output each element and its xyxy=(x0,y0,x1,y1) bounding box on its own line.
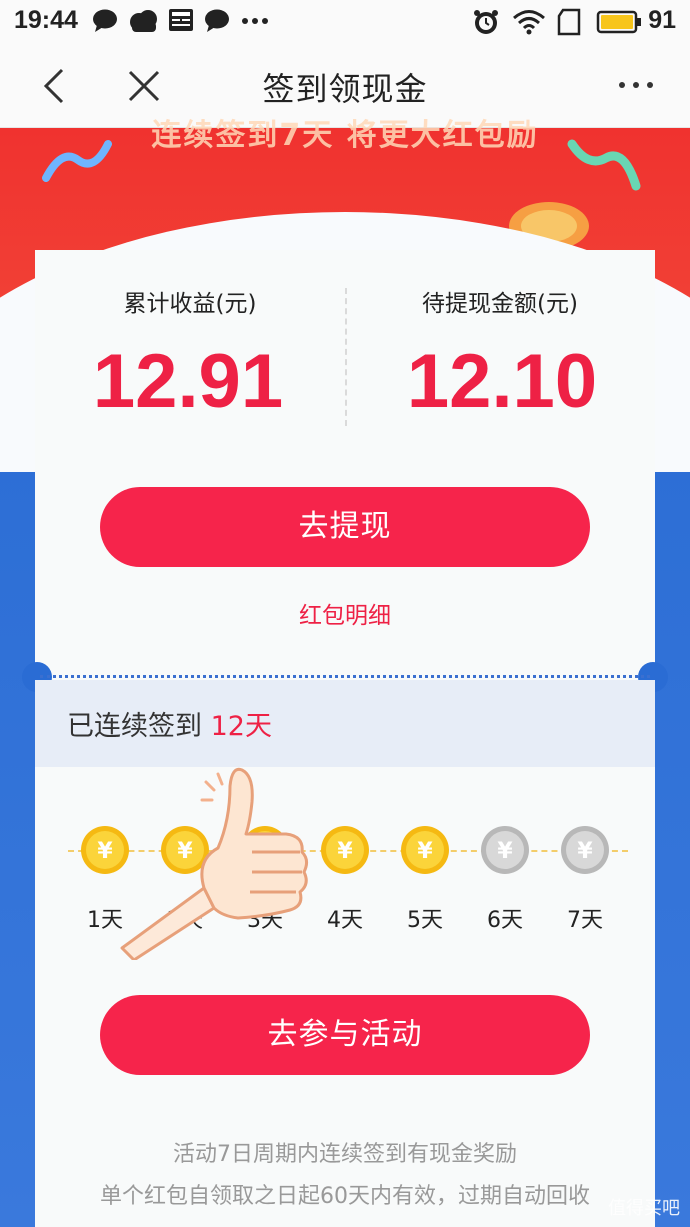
chat-icon xyxy=(205,9,229,32)
red-packet-detail-link[interactable]: 红包明细 xyxy=(0,596,690,630)
thumbs-up-icon xyxy=(120,767,309,960)
streamer-left-icon xyxy=(42,140,112,182)
day-label: 7天 xyxy=(567,908,603,933)
streamer-right-icon xyxy=(567,139,641,191)
pending-withdraw-label: 待提现金额(元) xyxy=(422,291,578,317)
svg-text:¥: ¥ xyxy=(577,839,593,864)
app-root: 19:44 91 签到领现金 连续签到7天 将更大红包励 累计收益(元) 12.… xyxy=(0,0,690,1227)
battery-icon xyxy=(596,10,641,34)
total-earnings-label: 累计收益(元) xyxy=(123,291,257,317)
more-icon[interactable] xyxy=(616,70,656,100)
chat-bubble-icon xyxy=(93,9,117,32)
streak-days: 12天 xyxy=(210,711,272,742)
day-label: 5天 xyxy=(407,908,443,933)
cloud-icon xyxy=(130,10,157,32)
svg-text:¥: ¥ xyxy=(497,839,513,864)
more-dots-icon xyxy=(242,18,268,24)
page-title: 签到领现金 xyxy=(262,70,428,108)
news-icon xyxy=(169,9,193,31)
streak-prefix: 已连续签到 xyxy=(67,711,211,742)
status-bar: 19:44 91 xyxy=(0,0,690,44)
day-5-coin-icon: ¥ xyxy=(401,826,449,874)
day-4-coin-icon: ¥ xyxy=(321,826,369,874)
day-7-coin-icon: ¥ xyxy=(561,826,609,874)
status-time: 19:44 xyxy=(14,6,78,34)
sim-icon xyxy=(557,8,581,36)
withdraw-button[interactable]: 去提现 xyxy=(100,487,590,567)
card-tear-line xyxy=(40,675,650,678)
rule-line-1: 活动7日周期内连续签到有现金奖励 xyxy=(173,1142,517,1167)
pending-withdraw-value: 12.10 xyxy=(406,339,598,424)
wifi-icon xyxy=(513,10,545,35)
day-label: 6天 xyxy=(487,908,523,933)
alarm-icon xyxy=(474,10,498,34)
join-activity-button[interactable]: 去参与活动 xyxy=(100,995,590,1075)
total-earnings-value: 12.91 xyxy=(92,339,284,424)
day-6-coin-icon: ¥ xyxy=(481,826,529,874)
svg-text:¥: ¥ xyxy=(97,839,113,864)
rule-line-2: 单个红包自领取之日起60天内有效，过期自动回收 xyxy=(100,1184,590,1209)
watermark: 值得买吧 xyxy=(608,1198,680,1219)
day-label: 4天 xyxy=(327,908,363,933)
battery-level: 91 xyxy=(648,6,676,34)
streak-text: 已连续签到 12天 xyxy=(67,704,272,743)
stats-divider xyxy=(345,288,347,426)
svg-text:¥: ¥ xyxy=(337,839,353,864)
svg-text:¥: ¥ xyxy=(417,839,433,864)
